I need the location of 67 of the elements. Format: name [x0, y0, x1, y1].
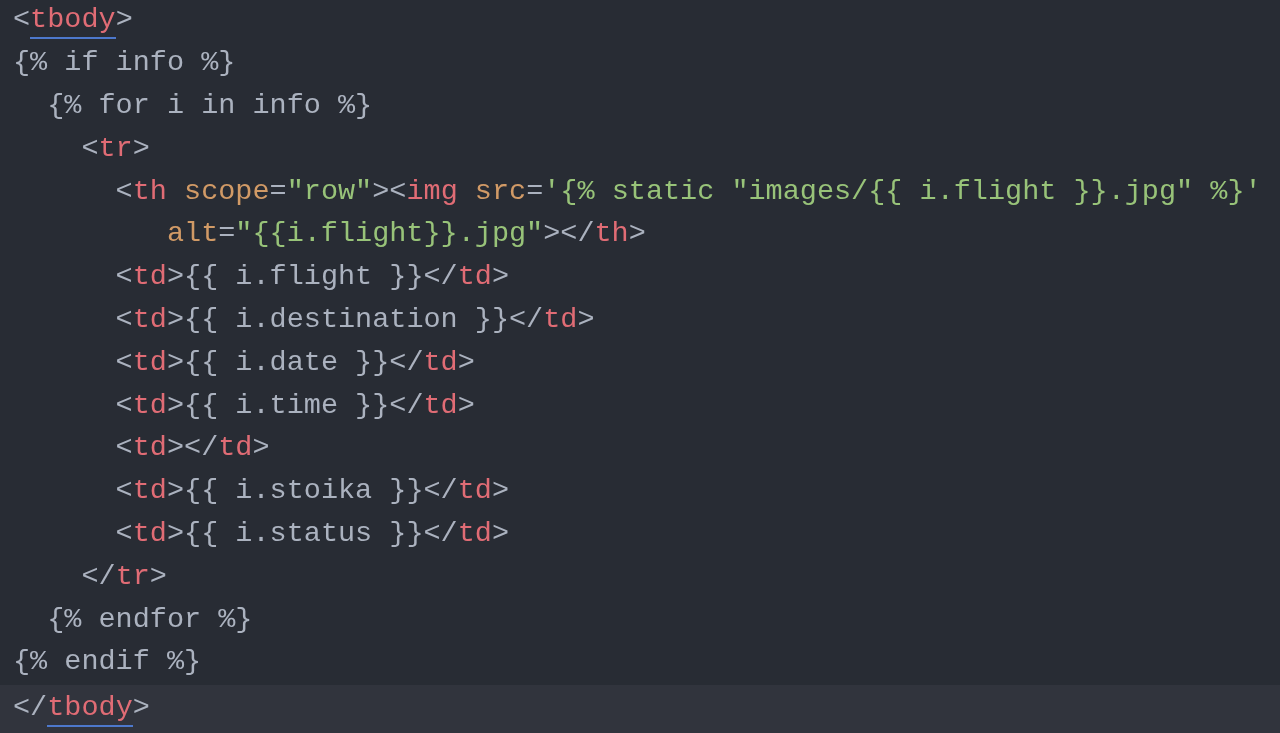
- string-literal: '{% static "images/{{ i.flight }}.jpg" %}': [543, 174, 1262, 210]
- code-text: >: [457, 388, 475, 424]
- code-text: >: [491, 474, 510, 510]
- code-text: <: [114, 174, 133, 210]
- code-text: >: [132, 690, 150, 726]
- tag-name: td: [132, 474, 167, 510]
- code-text: <: [114, 516, 133, 552]
- tag-name: td: [132, 431, 167, 467]
- code-text: <: [114, 431, 133, 467]
- code-text: >{{ i.flight }}</: [166, 260, 458, 296]
- string-literal: "row": [286, 174, 373, 210]
- code-text: <: [114, 388, 133, 424]
- tag-name: tr: [98, 131, 133, 167]
- tag-name: td: [457, 474, 492, 510]
- code-text: ></: [166, 431, 219, 467]
- code-text: {% for i in info %}: [46, 89, 373, 124]
- code-text: <: [80, 131, 99, 167]
- code-text: {% endif %}: [13, 645, 202, 681]
- tag-name: td: [132, 516, 167, 552]
- code-text: >{{ i.date }}</: [166, 345, 424, 381]
- code-text: <: [114, 474, 133, 510]
- tag-name: td: [543, 302, 578, 338]
- code-text: ><: [372, 174, 407, 210]
- code-text: {% if info %}: [13, 46, 236, 82]
- code-text: >: [491, 516, 510, 552]
- code-text: =: [526, 174, 544, 210]
- code-text: >: [149, 559, 167, 595]
- tag-name: img: [406, 174, 458, 210]
- code-text: >{{ i.destination }}</: [166, 302, 544, 338]
- code-text: ></: [543, 217, 595, 253]
- code-text: >: [457, 345, 475, 381]
- code-text: >: [252, 431, 270, 467]
- tag-name: th: [132, 174, 167, 210]
- tag-name: td: [132, 302, 167, 338]
- attribute-name: src: [473, 174, 527, 210]
- code-text: >: [491, 260, 510, 296]
- tag-name: td: [218, 431, 253, 467]
- code-text: <: [114, 260, 133, 296]
- attribute-name: alt: [165, 217, 219, 253]
- code-text: >{{ i.time }}</: [166, 388, 424, 424]
- code-text: >: [132, 131, 150, 167]
- tag-name: td: [132, 260, 167, 296]
- tag-name: td: [423, 388, 458, 424]
- code-text: {% endfor %}: [46, 602, 253, 638]
- code-text: <: [13, 3, 31, 39]
- code-text: >{{ i.status }}</: [166, 516, 458, 552]
- attribute-name: scope: [183, 174, 270, 210]
- tag-name: td: [457, 260, 492, 296]
- tag-name: td: [423, 345, 458, 381]
- code-text: >{{ i.stoika }}</: [166, 474, 458, 510]
- tag-name: tbody: [30, 3, 116, 40]
- code-text: =: [218, 217, 236, 253]
- code-text: >: [115, 3, 133, 39]
- code-text: >: [577, 302, 595, 338]
- code-text: <: [114, 345, 133, 381]
- code-text: =: [269, 174, 287, 210]
- tag-name: th: [594, 217, 629, 253]
- tag-name: tr: [115, 559, 150, 595]
- code-text: </: [13, 690, 48, 726]
- string-literal: "{{i.flight}}.jpg": [235, 217, 544, 253]
- tag-name: td: [132, 388, 167, 424]
- code-text: >: [628, 217, 646, 253]
- tag-name: tbody: [47, 690, 133, 727]
- code-text: </: [80, 559, 116, 595]
- tag-name: td: [132, 345, 167, 381]
- tag-name: td: [457, 516, 492, 552]
- code-text: <: [114, 302, 133, 338]
